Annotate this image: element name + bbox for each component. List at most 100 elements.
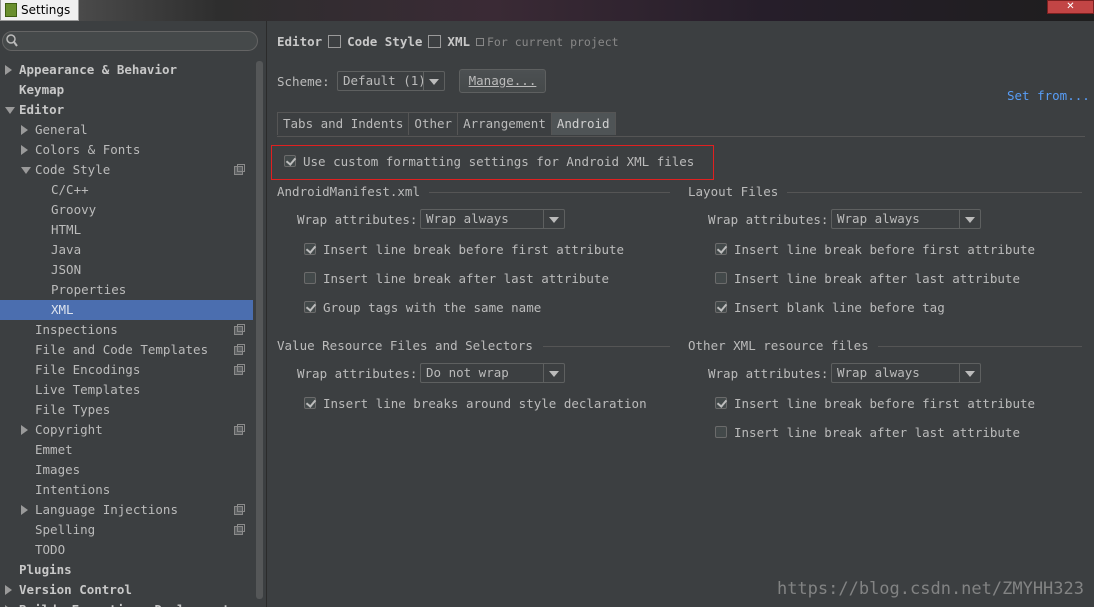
- option-checkbox[interactable]: [715, 243, 727, 255]
- sidebar-item[interactable]: Intentions: [0, 480, 253, 500]
- sidebar-item[interactable]: TODO: [0, 540, 253, 560]
- sidebar-item[interactable]: Spelling: [0, 520, 253, 540]
- wrap-attributes-label: Wrap attributes:: [708, 212, 829, 227]
- expand-right-icon[interactable]: [21, 145, 28, 155]
- section-divider: [429, 192, 670, 193]
- wrap-attributes-select[interactable]: Wrap always: [831, 363, 981, 383]
- sidebar-item[interactable]: Groovy: [0, 200, 253, 220]
- option-checkbox[interactable]: [304, 301, 316, 313]
- sidebar-item-label: Appearance & Behavior: [19, 62, 178, 77]
- option-checkbox[interactable]: [715, 426, 727, 438]
- sidebar-item[interactable]: File Encodings: [0, 360, 253, 380]
- sidebar-item[interactable]: Code Style: [0, 160, 253, 180]
- app-icon: [5, 3, 17, 17]
- sidebar-item[interactable]: General: [0, 120, 253, 140]
- sidebar-item-label: Images: [35, 462, 81, 477]
- sidebar-item-label: JSON: [51, 262, 82, 277]
- sidebar-item[interactable]: Live Templates: [0, 380, 253, 400]
- sidebar-item[interactable]: Keymap: [0, 80, 253, 100]
- expand-right-icon[interactable]: [21, 425, 28, 435]
- option-checkbox[interactable]: [715, 272, 727, 284]
- section-title: Value Resource Files and Selectors: [277, 338, 533, 353]
- search-field[interactable]: [2, 31, 258, 51]
- expand-down-icon[interactable]: [21, 167, 31, 174]
- breadcrumb-xml: XML: [447, 34, 470, 49]
- sidebar-item[interactable]: Build, Execution, Deployment: [0, 600, 253, 607]
- option-label: Insert line breaks around style declarat…: [323, 396, 647, 411]
- option-checkbox[interactable]: [304, 243, 316, 255]
- sidebar-item[interactable]: File Types: [0, 400, 253, 420]
- option-checkbox[interactable]: [304, 397, 316, 409]
- breadcrumb-editor: Editor: [277, 34, 323, 49]
- sidebar-scrollbar[interactable]: [256, 61, 263, 599]
- close-icon[interactable]: ✕: [1066, 1, 1074, 12]
- expand-down-icon[interactable]: [5, 107, 15, 114]
- option-label: Insert blank line before tag: [734, 300, 945, 315]
- wrap-attributes-select[interactable]: Do not wrap: [420, 363, 565, 383]
- sidebar-item-label: Groovy: [51, 202, 97, 217]
- sidebar-item[interactable]: Language Injections: [0, 500, 253, 520]
- custom-settings-checkbox[interactable]: [284, 155, 296, 167]
- option-checkbox[interactable]: [715, 397, 727, 409]
- close-button[interactable]: ✕: [1047, 0, 1094, 14]
- expand-right-icon[interactable]: [5, 585, 12, 595]
- sidebar-item-label: HTML: [51, 222, 82, 237]
- breadcrumb-separator-icon: [428, 35, 442, 48]
- sidebar-item[interactable]: JSON: [0, 260, 253, 280]
- scheme-select[interactable]: Default (1): [337, 71, 445, 91]
- manage-button[interactable]: Manage...: [459, 69, 546, 93]
- sidebar-item-label: Spelling: [35, 522, 96, 537]
- tab-other[interactable]: Other: [408, 112, 459, 135]
- section-divider: [787, 192, 1082, 193]
- chevron-down-icon[interactable]: [423, 72, 444, 90]
- scheme-value: Default (1): [343, 73, 426, 88]
- project-scope-icon: [234, 344, 245, 355]
- wrap-attributes-value: Wrap always: [837, 211, 920, 226]
- sidebar-item[interactable]: Properties: [0, 280, 253, 300]
- wrap-attributes-value: Wrap always: [837, 365, 920, 380]
- chevron-down-icon[interactable]: [959, 364, 980, 382]
- option-label: Insert line break before first attribute: [323, 242, 625, 257]
- expand-right-icon[interactable]: [21, 505, 28, 515]
- wrap-attributes-select[interactable]: Wrap always: [420, 209, 565, 229]
- sidebar-item[interactable]: HTML: [0, 220, 253, 240]
- sidebar-item[interactable]: Plugins: [0, 560, 253, 580]
- option-checkbox[interactable]: [715, 301, 727, 313]
- sidebar-item-label: Emmet: [35, 442, 73, 457]
- title-bar: Settings ✕: [0, 0, 1094, 21]
- option-label: Insert line break after last attribute: [323, 271, 609, 286]
- sidebar-item-label: General: [35, 122, 88, 137]
- project-scope-icon: [234, 324, 245, 335]
- project-scope-icon: [234, 424, 245, 435]
- sidebar-item-label: Live Templates: [35, 382, 141, 397]
- chevron-down-icon[interactable]: [543, 364, 564, 382]
- sidebar-item[interactable]: Appearance & Behavior: [0, 60, 253, 80]
- section-title: Other XML resource files: [688, 338, 869, 353]
- sidebar-item[interactable]: Editor: [0, 100, 253, 120]
- sidebar-item[interactable]: C/C++: [0, 180, 253, 200]
- option-label: Insert line break before first attribute: [734, 396, 1036, 411]
- chevron-down-icon[interactable]: [959, 210, 980, 228]
- expand-right-icon[interactable]: [21, 125, 28, 135]
- sidebar-item[interactable]: Java: [0, 240, 253, 260]
- sidebar-item[interactable]: Version Control: [0, 580, 253, 600]
- chevron-down-icon[interactable]: [543, 210, 564, 228]
- sidebar-item[interactable]: File and Code Templates: [0, 340, 253, 360]
- expand-right-icon[interactable]: [5, 65, 12, 75]
- sidebar-item[interactable]: Emmet: [0, 440, 253, 460]
- tab-tabs-and-indents[interactable]: Tabs and Indents: [277, 112, 410, 135]
- sidebar-item[interactable]: Inspections: [0, 320, 253, 340]
- sidebar-item[interactable]: Colors & Fonts: [0, 140, 253, 160]
- option-checkbox[interactable]: [304, 272, 316, 284]
- tab-android[interactable]: Android: [550, 112, 616, 135]
- tab-arrangement[interactable]: Arrangement: [457, 112, 552, 135]
- project-scope-icon: [234, 364, 245, 375]
- wrap-attributes-select[interactable]: Wrap always: [831, 209, 981, 229]
- sidebar-item[interactable]: XML: [0, 300, 253, 320]
- set-from-link[interactable]: Set from...: [1007, 88, 1090, 103]
- wrap-attributes-value: Wrap always: [426, 211, 509, 226]
- sidebar-item[interactable]: Copyright: [0, 420, 253, 440]
- custom-settings-label: Use custom formatting settings for Andro…: [303, 154, 695, 169]
- sidebar-item-label: File Types: [35, 402, 111, 417]
- sidebar-item[interactable]: Images: [0, 460, 253, 480]
